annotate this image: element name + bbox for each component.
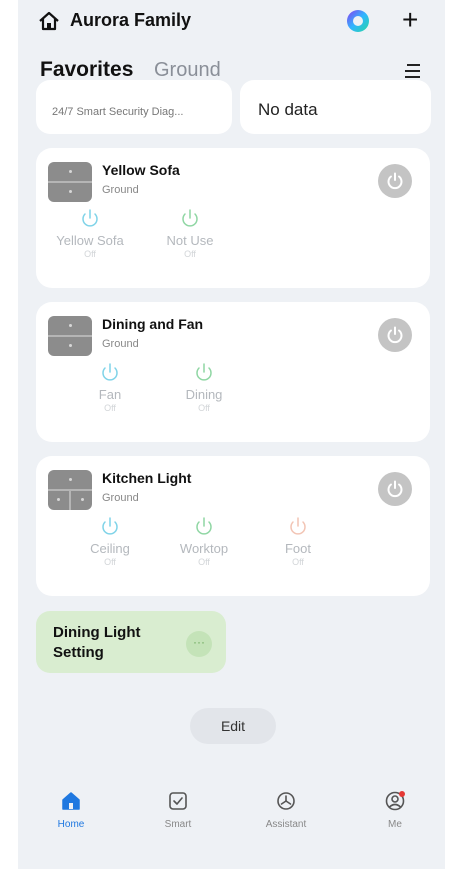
power-button[interactable]	[378, 318, 412, 352]
bottom-nav: Home Smart Assistant Me	[18, 780, 445, 850]
smart-icon	[169, 792, 187, 810]
tab-ground[interactable]: Ground	[154, 59, 221, 82]
nav-smart[interactable]: Smart	[138, 790, 218, 830]
nav-home[interactable]: Home	[31, 790, 111, 830]
nav-me-label: Me	[388, 819, 402, 830]
gang-label: Worktop	[179, 541, 229, 556]
scene-name: Dining Light Setting	[53, 624, 141, 661]
switch-thumbnail	[48, 316, 92, 356]
gang-label: Ceiling	[90, 541, 130, 556]
home-icon[interactable]	[38, 10, 60, 32]
device-name: Kitchen Light	[102, 470, 192, 486]
menu-icon[interactable]	[404, 62, 422, 80]
power-icon	[102, 363, 118, 381]
power-icon	[196, 517, 212, 535]
gang-yellow-sofa[interactable]: Yellow Sofa Off	[50, 208, 130, 259]
switch-thumbnail	[48, 162, 92, 202]
gang-state: Off	[104, 557, 116, 567]
notification-badge	[399, 791, 405, 797]
app-screen: Aurora Family + Favorites Ground 24/7 Sm…	[18, 0, 445, 869]
home-icon	[62, 792, 80, 810]
security-card[interactable]: 24/7 Smart Security Diag...	[36, 80, 232, 134]
gang-not-use[interactable]: Not Use Off	[150, 208, 230, 259]
gang-fan[interactable]: Fan Off	[70, 362, 150, 413]
gang-state: Off	[292, 557, 304, 567]
nav-smart-label: Smart	[164, 819, 192, 830]
power-icon	[196, 363, 212, 381]
device-card-kitchen-light[interactable]: Kitchen Light Ground Ceiling Off Worktop…	[36, 456, 430, 596]
device-card-dining-and-fan[interactable]: Dining and Fan Ground Fan Off Dining Off	[36, 302, 430, 442]
power-icon	[387, 172, 403, 190]
orb-icon[interactable]	[346, 9, 370, 33]
gang-foot[interactable]: Foot Off	[258, 516, 338, 567]
gang-label: Yellow Sofa	[56, 233, 124, 248]
gang-worktop[interactable]: Worktop Off	[164, 516, 244, 567]
gang-state: Off	[198, 557, 210, 567]
gang-label: Not Use	[166, 233, 214, 248]
nav-assistant-label: Assistant	[265, 819, 307, 830]
family-name[interactable]: Aurora Family	[70, 10, 191, 31]
data-card[interactable]: No data	[240, 80, 431, 134]
gang-label: Dining	[185, 387, 223, 402]
power-icon	[82, 209, 98, 227]
gang-state: Off	[104, 403, 116, 413]
power-button[interactable]	[378, 472, 412, 506]
power-icon	[290, 517, 306, 535]
nav-assistant[interactable]: Assistant	[246, 790, 326, 830]
gang-label: Foot	[284, 541, 311, 556]
device-room: Ground	[102, 492, 139, 504]
switch-thumbnail	[48, 470, 92, 510]
gang-state: Off	[184, 249, 196, 259]
nav-me[interactable]: Me	[355, 790, 435, 830]
power-button[interactable]	[378, 164, 412, 198]
assistant-icon	[277, 792, 295, 810]
tab-favorites[interactable]: Favorites	[40, 58, 133, 82]
scene-card-dining-light-setting[interactable]: Dining Light Setting ···	[36, 611, 226, 673]
gang-label: Fan	[98, 387, 122, 402]
gang-ceiling[interactable]: Ceiling Off	[70, 516, 150, 567]
power-icon	[387, 326, 403, 344]
device-room: Ground	[102, 338, 139, 350]
gang-dining[interactable]: Dining Off	[164, 362, 244, 413]
device-room: Ground	[102, 184, 139, 196]
device-card-yellow-sofa[interactable]: Yellow Sofa Ground Yellow Sofa Off Not U…	[36, 148, 430, 288]
profile-icon	[385, 791, 405, 811]
security-card-text: 24/7 Smart Security Diag...	[52, 106, 184, 118]
device-name: Yellow Sofa	[102, 162, 180, 178]
power-icon	[182, 209, 198, 227]
power-icon	[387, 480, 403, 498]
more-icon[interactable]: ···	[186, 631, 212, 657]
nav-home-label: Home	[57, 819, 85, 830]
edit-button[interactable]: Edit	[190, 708, 276, 744]
plus-icon[interactable]: +	[402, 6, 418, 34]
gang-state: Off	[84, 249, 96, 259]
top-bar: Aurora Family +	[18, 0, 445, 44]
power-icon	[102, 517, 118, 535]
device-name: Dining and Fan	[102, 316, 204, 332]
data-card-text: No data	[258, 100, 318, 119]
gang-state: Off	[198, 403, 210, 413]
